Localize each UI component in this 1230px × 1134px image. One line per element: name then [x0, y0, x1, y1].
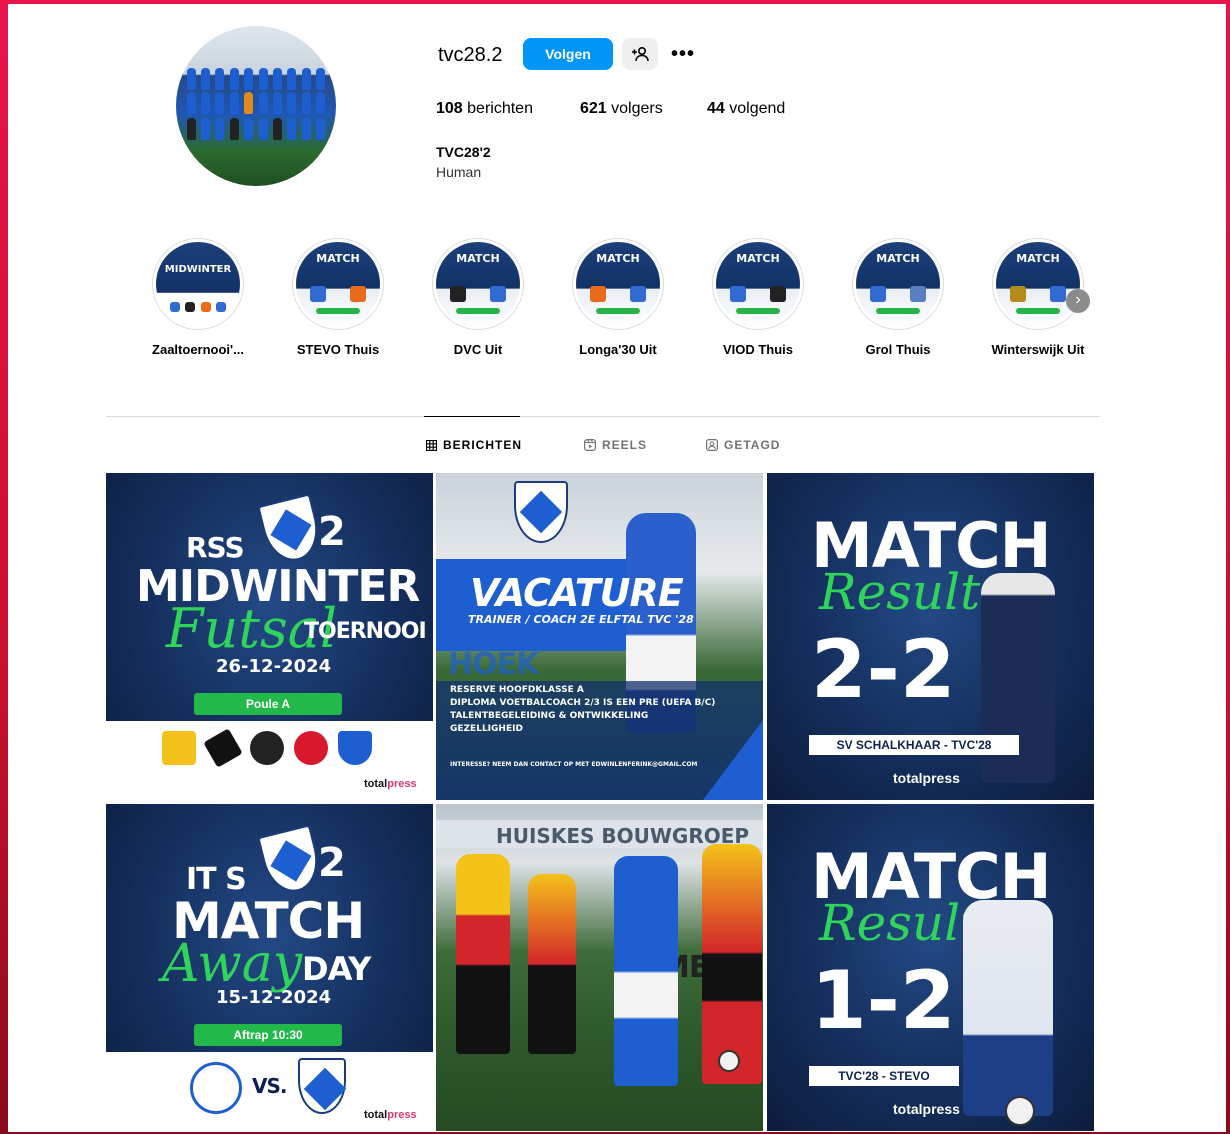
tab-reels[interactable]: REELS: [584, 438, 647, 452]
profile-username: tvc28.2: [438, 44, 503, 66]
sponsor-brand: totalpress: [364, 1109, 417, 1121]
highlight-thumb-text: MATCH: [876, 252, 920, 265]
tagged-icon: [706, 439, 718, 451]
more-icon: •••: [670, 42, 695, 65]
football: [1005, 1096, 1035, 1126]
followers-count[interactable]: 621 volgers: [580, 100, 663, 118]
player-photo: [963, 900, 1053, 1116]
player-photo: [614, 856, 678, 1086]
club-crest-logo: [257, 493, 325, 567]
follow-button[interactable]: Volgen: [523, 38, 613, 70]
post-thumbnail[interactable]: MATCH Result 2-2 SV SCHALKHAAR - TVC'28 …: [767, 473, 1094, 800]
highlights-next-button[interactable]: ›: [1066, 289, 1090, 313]
club-logos: [162, 728, 372, 768]
active-tab-indicator: [424, 416, 520, 417]
tab-tagged[interactable]: GETAGD: [706, 438, 780, 452]
profile-page: tvc28.2 Volgen ••• 108 berichten 621 vol…: [8, 4, 1226, 1132]
highlight-label: Zaaltoernooi'...: [152, 342, 244, 357]
highlight-thumb-text: MATCH: [316, 252, 360, 265]
highlight-thumb-text: MATCH: [1016, 252, 1060, 265]
more-options-button[interactable]: •••: [666, 38, 700, 70]
highlight-item[interactable]: MATCH VIOD Thuis: [698, 238, 818, 357]
chevron-right-icon: ›: [1075, 291, 1081, 308]
club-crest-logo: [257, 824, 325, 898]
post-thumbnail[interactable]: MATCH Result 1-2 TVC'28 - STEVO totalpre…: [767, 804, 1094, 1131]
profile-avatar[interactable]: [176, 26, 336, 186]
player-photo: [456, 854, 510, 1054]
highlight-label: Winterswijk Uit: [991, 342, 1085, 357]
reels-icon: [584, 439, 596, 451]
grid-icon: [426, 439, 437, 451]
highlight-label: DVC Uit: [453, 342, 503, 357]
club-crest-logo: [514, 481, 568, 543]
highlight-thumb-text: MATCH: [456, 252, 500, 265]
add-user-icon: [632, 46, 649, 62]
highlight-item[interactable]: MATCH Longa'30 Uit: [558, 238, 678, 357]
football: [718, 1050, 740, 1072]
highlight-thumb-text: MATCH: [596, 252, 640, 265]
highlight-item[interactable]: MIDWINTER Zaaltoernooi'...: [138, 238, 258, 357]
post-thumbnail[interactable]: HUISKES BOUWGROEP MEN: [436, 804, 763, 1131]
highlight-item[interactable]: MATCH STEVO Thuis: [278, 238, 398, 357]
sponsor-brand: totalpress: [364, 778, 417, 790]
highlight-thumb-text: MIDWINTER: [164, 264, 232, 275]
player-photo: [528, 874, 576, 1054]
highlight-item[interactable]: MATCH Grol Thuis: [838, 238, 958, 357]
highlight-label: Longa'30 Uit: [579, 342, 657, 357]
profile-full-name: TVC28'2: [436, 144, 491, 160]
post-thumbnail[interactable]: VACATURE TRAINER / COACH 2E ELFTAL TVC '…: [436, 473, 763, 800]
tabs-divider: [106, 416, 1100, 417]
posts-count[interactable]: 108 berichten: [436, 100, 533, 118]
post-thumbnail[interactable]: 2 RSS MIDWINTER Futsal TOERNOOI 26-12-20…: [106, 473, 433, 800]
highlight-label: STEVO Thuis: [296, 342, 380, 357]
player-photo: [702, 844, 762, 1084]
post-thumbnail[interactable]: 2 IT S MATCH Away DAY 15-12-2024 Aftrap …: [106, 804, 433, 1131]
highlight-label: VIOD Thuis: [722, 342, 794, 357]
highlight-label: Grol Thuis: [865, 342, 931, 357]
tab-posts[interactable]: BERICHTEN: [426, 438, 522, 452]
opponent-logo: [190, 1062, 242, 1114]
following-count[interactable]: 44 volgend: [707, 100, 785, 118]
highlight-thumb-text: MATCH: [736, 252, 780, 265]
highlight-item[interactable]: MATCH DVC Uit: [418, 238, 538, 357]
suggest-users-button[interactable]: [622, 38, 658, 70]
profile-category: Human: [436, 164, 482, 180]
